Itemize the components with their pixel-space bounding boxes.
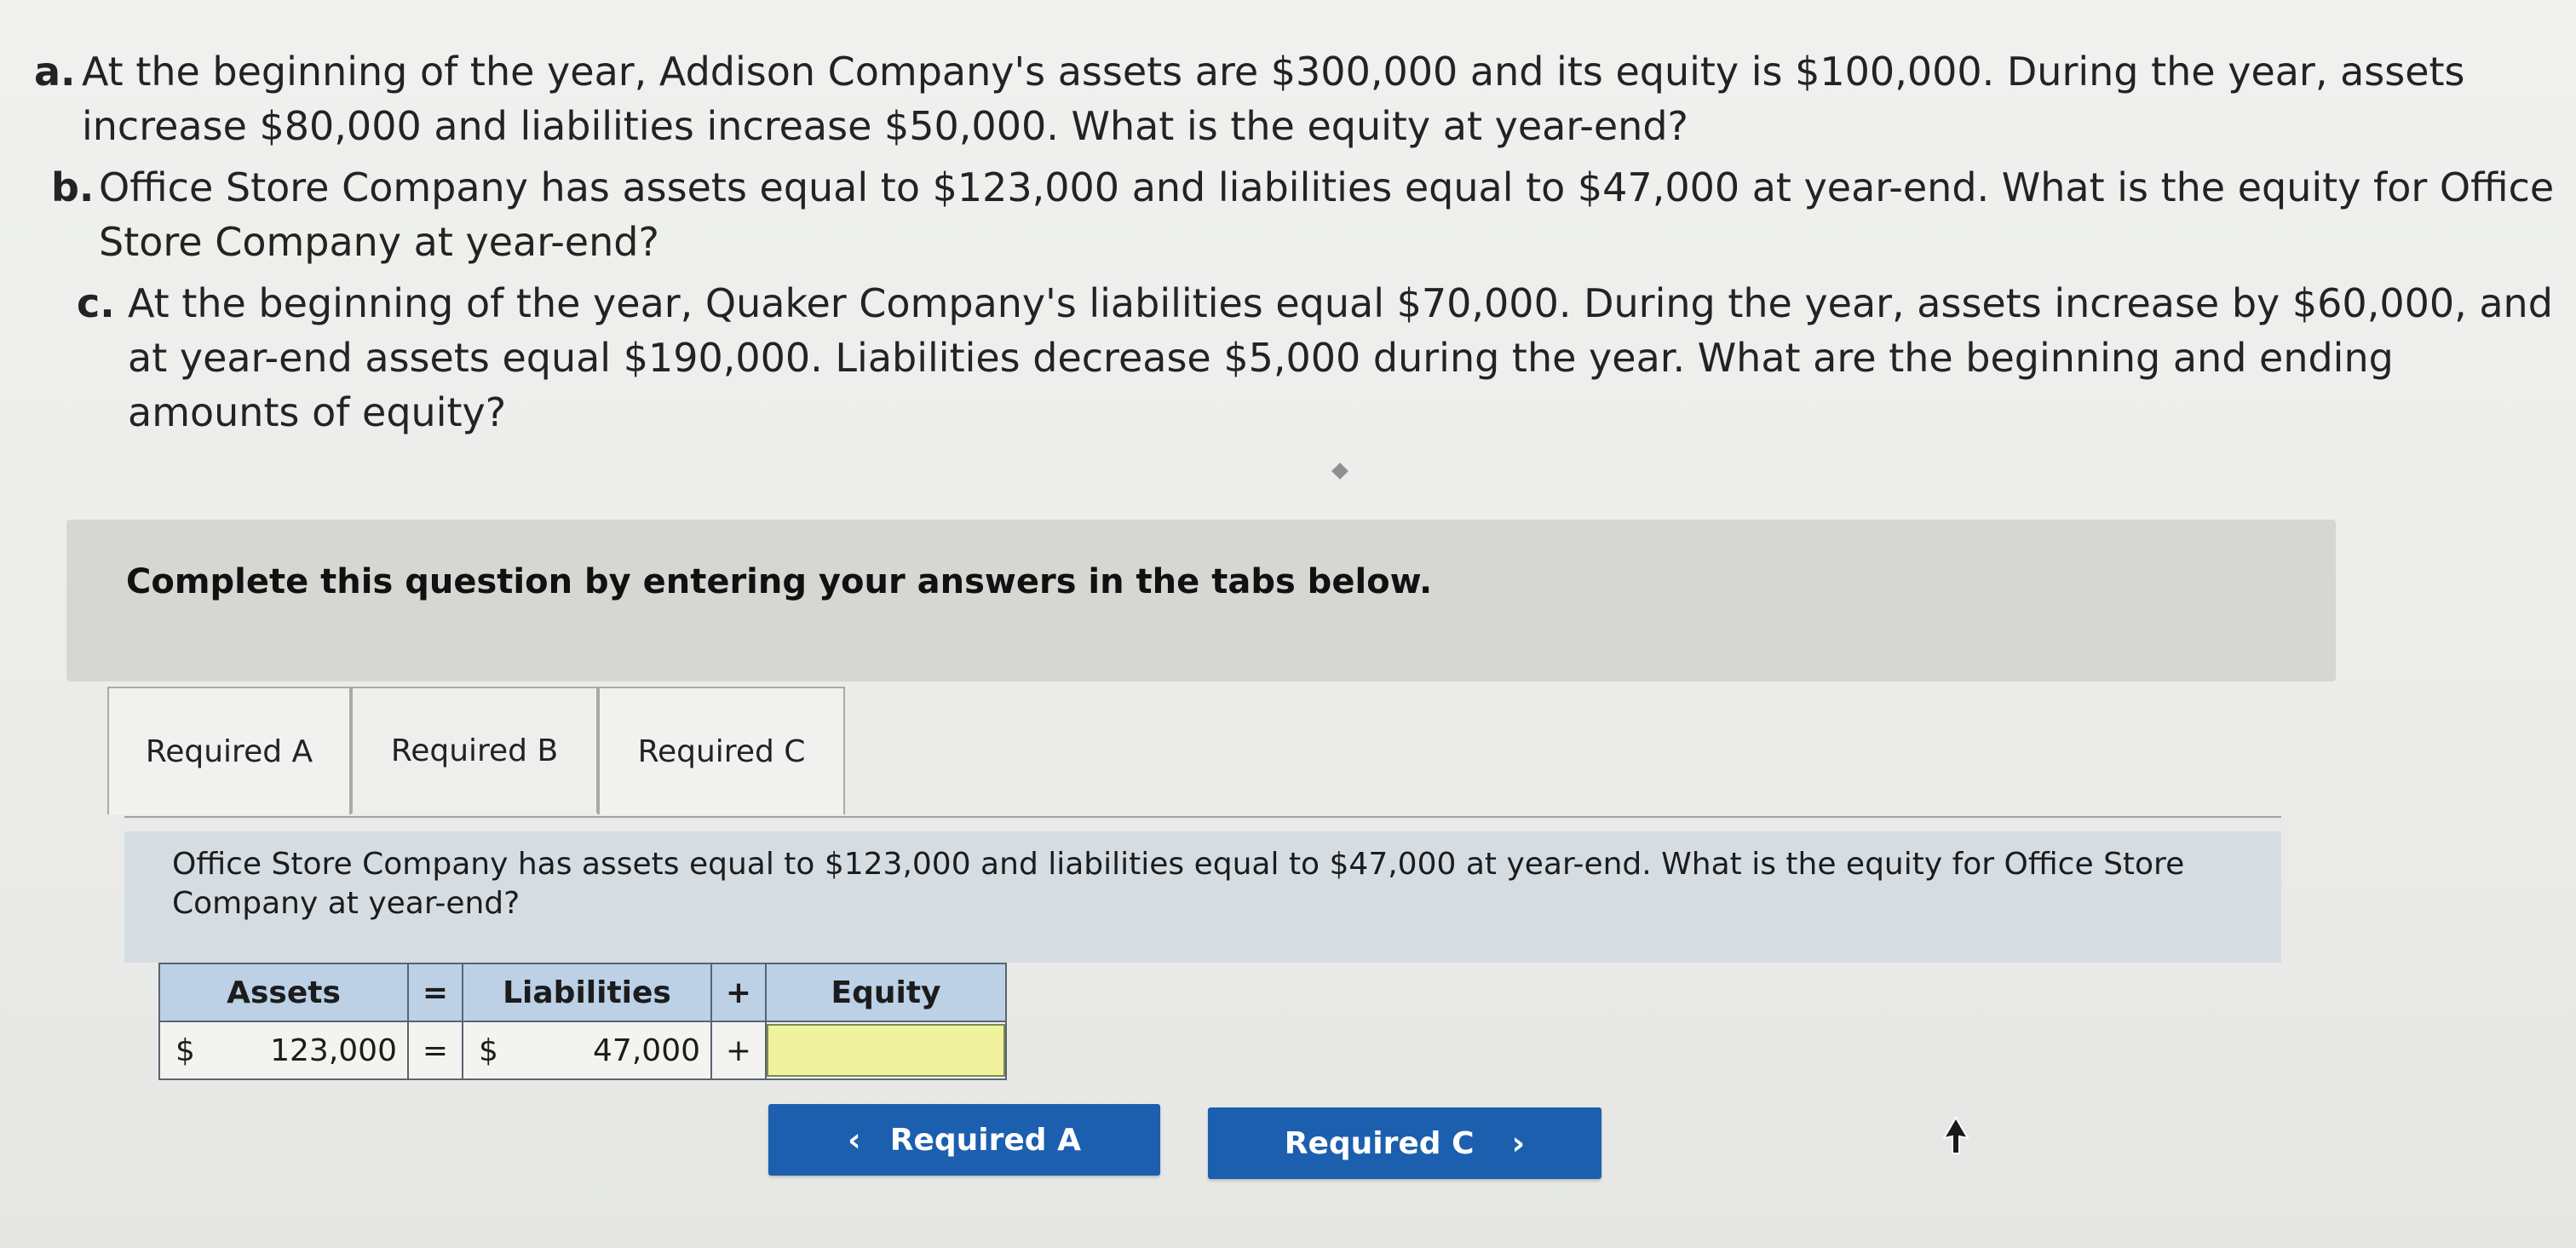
tab-required-a-label: Required A bbox=[145, 733, 313, 769]
question-panel: Office Store Company has assets equal to… bbox=[124, 831, 2281, 963]
next-required-c-button[interactable]: Required C › bbox=[1208, 1107, 1601, 1179]
assets-value: 123,000 bbox=[270, 1032, 397, 1068]
decorative-dot bbox=[1331, 463, 1348, 480]
assets-cell: $ 123,000 bbox=[158, 1021, 409, 1080]
liabilities-currency: $ bbox=[479, 1032, 498, 1068]
tab-required-b-label: Required B bbox=[390, 733, 559, 768]
table-header-row: Assets = Liabilities + Equity bbox=[158, 963, 1007, 1022]
equity-input[interactable] bbox=[767, 1024, 1005, 1077]
header-plus: + bbox=[710, 963, 767, 1022]
chevron-left-icon: ‹ bbox=[848, 1121, 861, 1159]
liabilities-cell: $ 47,000 bbox=[462, 1021, 712, 1080]
question-c: c. At the beginning of the year, Quaker … bbox=[77, 276, 2556, 440]
question-b: b. Office Store Company has assets equal… bbox=[51, 160, 2556, 269]
question-b-letter: b. bbox=[51, 164, 95, 210]
tab-panel-divider bbox=[124, 816, 2281, 818]
tab-required-b[interactable]: Required B bbox=[351, 687, 598, 814]
table-row: $ 123,000 = $ 47,000 + bbox=[158, 1021, 1007, 1080]
mouse-cursor-icon bbox=[1942, 1116, 1969, 1154]
header-assets: Assets bbox=[158, 963, 409, 1022]
question-a-text: At the beginning of the year, Addison Co… bbox=[82, 49, 2465, 149]
question-list: a. At the beginning of the year, Addison… bbox=[34, 44, 2556, 446]
accounting-equation-table: Assets = Liabilities + Equity $ 123,000 … bbox=[158, 963, 1007, 1080]
prev-required-a-button[interactable]: ‹ Required A bbox=[768, 1104, 1160, 1176]
question-a: a. At the beginning of the year, Addison… bbox=[34, 44, 2556, 153]
row-equals: = bbox=[407, 1021, 463, 1080]
tab-required-c-label: Required C bbox=[637, 733, 806, 769]
tab-required-a[interactable]: Required A bbox=[107, 687, 351, 814]
question-c-letter: c. bbox=[77, 280, 115, 326]
question-b-text: Office Store Company has assets equal to… bbox=[99, 164, 2555, 265]
assets-currency: $ bbox=[175, 1032, 195, 1068]
row-plus: + bbox=[710, 1021, 767, 1080]
chevron-right-icon: › bbox=[1511, 1124, 1526, 1162]
panel-question-text: Office Store Company has assets equal to… bbox=[172, 847, 2185, 921]
instruction-bar: Complete this question by entering your … bbox=[66, 520, 2336, 682]
liabilities-value: 47,000 bbox=[593, 1032, 700, 1068]
tab-bar: Required A Required B Required C bbox=[107, 687, 845, 814]
header-equity: Equity bbox=[765, 963, 1007, 1022]
prev-button-label: Required A bbox=[889, 1122, 1081, 1158]
question-a-letter: a. bbox=[34, 49, 76, 95]
header-equals: = bbox=[407, 963, 463, 1022]
tab-required-c[interactable]: Required C bbox=[598, 687, 845, 814]
question-c-text: At the beginning of the year, Quaker Com… bbox=[128, 280, 2553, 435]
header-liabilities: Liabilities bbox=[462, 963, 712, 1022]
next-button-label: Required C bbox=[1284, 1125, 1475, 1161]
equity-cell bbox=[765, 1021, 1007, 1080]
instruction-text: Complete this question by entering your … bbox=[126, 562, 1433, 601]
